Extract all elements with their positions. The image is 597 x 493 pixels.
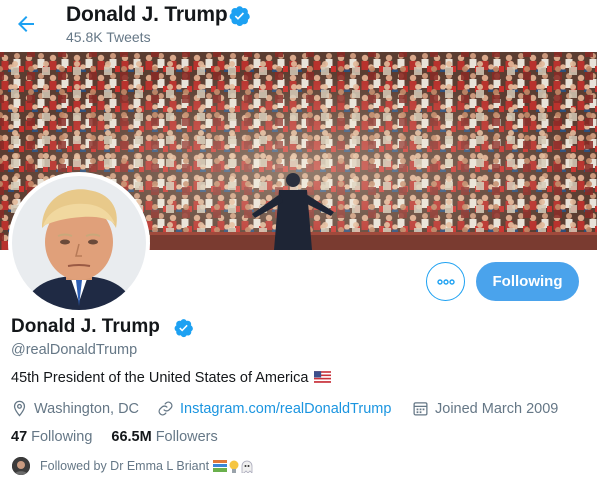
link-icon bbox=[158, 401, 173, 416]
followers-count-link[interactable]: 66.5M Followers bbox=[111, 429, 217, 445]
followed-by-text: Followed by Dr Emma L Briant bbox=[40, 459, 210, 473]
more-dots-icon bbox=[436, 278, 455, 285]
calendar-icon bbox=[413, 402, 428, 416]
us-flag-icon bbox=[314, 371, 332, 383]
ghost-icon bbox=[241, 460, 253, 473]
tweets-count: 45.8K Tweets bbox=[66, 29, 151, 45]
joined-text: Joined March 2009 bbox=[435, 400, 559, 417]
following-button[interactable]: Following bbox=[476, 262, 579, 301]
joined-date: Joined March 2009 bbox=[412, 400, 558, 417]
profile-avatar[interactable] bbox=[8, 172, 150, 314]
followed-by[interactable]: Followed by Dr Emma L Briant bbox=[12, 457, 253, 475]
following-label: Following bbox=[31, 429, 93, 445]
books-icon bbox=[213, 460, 228, 472]
verified-badge-icon bbox=[229, 6, 250, 26]
lightbulb-icon bbox=[229, 460, 239, 473]
follower-emojis bbox=[213, 460, 253, 473]
back-arrow-icon[interactable] bbox=[14, 12, 38, 36]
location-pin-icon bbox=[13, 400, 26, 417]
location-text: Washington, DC bbox=[34, 400, 140, 417]
profile-name: Donald J. Trump bbox=[11, 316, 160, 337]
followers-count: 66.5M bbox=[111, 429, 152, 445]
website[interactable]: Instagram.com/realDonaldTrump bbox=[157, 400, 391, 417]
follow-counts: 47 Following 66.5M Followers bbox=[11, 429, 237, 445]
more-options-button[interactable] bbox=[426, 262, 465, 301]
following-count-link[interactable]: 47 Following bbox=[11, 429, 92, 445]
followers-label: Followers bbox=[155, 429, 218, 445]
avatar-image bbox=[12, 176, 146, 310]
bio-text: 45th President of the United States of A… bbox=[11, 370, 309, 386]
follower-avatar bbox=[12, 457, 30, 475]
top-bar: Donald J. Trump 45.8K Tweets bbox=[0, 0, 597, 52]
location: Washington, DC bbox=[11, 400, 139, 417]
following-count: 47 bbox=[11, 429, 28, 445]
header-name: Donald J. Trump bbox=[66, 3, 228, 26]
website-link[interactable]: Instagram.com/realDonaldTrump bbox=[180, 401, 391, 417]
profile-handle: @realDonaldTrump bbox=[11, 342, 138, 358]
profile-bio: 45th President of the United States of A… bbox=[11, 370, 332, 386]
verified-badge-icon bbox=[174, 319, 193, 338]
